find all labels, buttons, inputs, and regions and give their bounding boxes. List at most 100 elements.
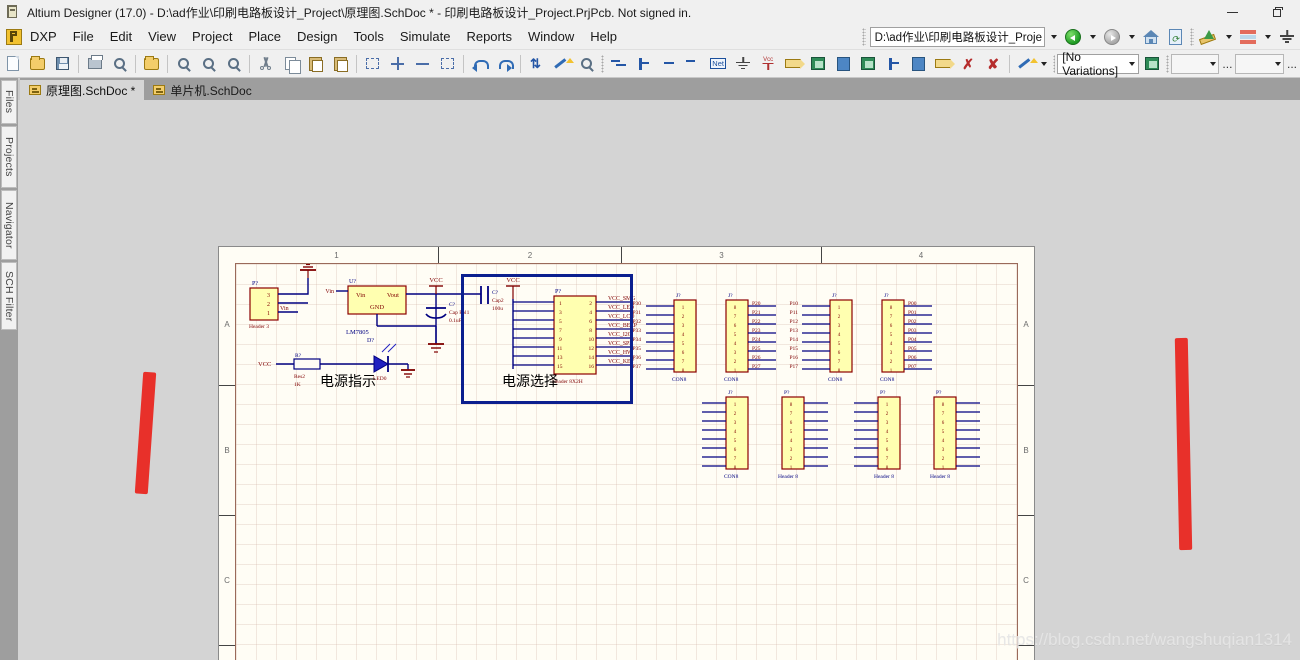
clear-no-erc-button[interactable]: ✘	[981, 52, 1006, 76]
open-project-button[interactable]	[139, 52, 164, 76]
refresh-document-button[interactable]: ⟳	[1164, 26, 1186, 48]
io-connector-top-1[interactable]: J? CON8 1 2 3 4 5 6 7 8 P30 P31 P32 P33 …	[632, 293, 697, 383]
cut-button[interactable]	[253, 52, 278, 76]
place-port-button[interactable]	[781, 52, 806, 76]
place-vcc-button[interactable]: Vcc	[756, 52, 781, 76]
menu-item-design[interactable]: Design	[289, 26, 345, 47]
part-body[interactable]	[829, 299, 853, 373]
menu-item-simulate[interactable]: Simulate	[392, 26, 459, 47]
menu-item-project[interactable]: Project	[184, 26, 240, 47]
part-body[interactable]	[725, 299, 749, 373]
schematic-sheet[interactable]: 1 2 3 4 A B C A B C P? Header 3 3 2 1 Vi…	[218, 246, 1035, 660]
open-document-button[interactable]	[25, 52, 50, 76]
ruler-dropdown-arrow[interactable]	[1222, 28, 1235, 46]
menu-item-tools[interactable]: Tools	[346, 26, 392, 47]
undo-button[interactable]	[467, 52, 492, 76]
variations-combo[interactable]: [No Variations]	[1057, 50, 1140, 78]
layers-button[interactable]	[1237, 26, 1259, 48]
io-connector-bottom-2[interactable]: P? Header 8 8 7 6 5 4 3 2 1	[778, 390, 828, 480]
part-body[interactable]	[933, 396, 957, 470]
menu-item-reports[interactable]: Reports	[458, 26, 520, 47]
wand-button[interactable]	[549, 52, 574, 76]
place-bus-button[interactable]	[631, 52, 656, 76]
menu-item-view[interactable]: View	[140, 26, 184, 47]
back-history-arrow[interactable]	[1086, 28, 1099, 46]
part-body-resistor[interactable]	[293, 358, 321, 370]
gnd-symbol-led[interactable]	[401, 364, 415, 378]
io-connector-bottom-4[interactable]: P? Header 8 8 7 6 5 4 3 2 1	[930, 390, 980, 480]
place-symbol-button[interactable]	[681, 52, 706, 76]
active-project-combo[interactable]: D:\ad作业\印刷电路板设计_Proje	[869, 27, 1045, 47]
browse-library-button[interactable]	[574, 52, 599, 76]
combo-2-ellipsis[interactable]: ...	[1284, 57, 1300, 71]
document-tab-mcu[interactable]: 单片机.SchDoc	[144, 80, 261, 100]
place-gnd-button[interactable]	[731, 52, 756, 76]
copy-button[interactable]	[278, 52, 303, 76]
gnd-symbol[interactable]	[300, 264, 316, 279]
select-area-button[interactable]	[360, 52, 385, 76]
layers-dropdown-arrow[interactable]	[1261, 28, 1274, 46]
toolbar-gripper-4[interactable]	[1052, 54, 1056, 73]
ground-button[interactable]	[1276, 26, 1298, 48]
no-erc-button[interactable]: ✗	[956, 52, 981, 76]
paste-button[interactable]	[303, 52, 328, 76]
redo-button[interactable]	[492, 52, 517, 76]
place-sheet-entry-button[interactable]	[831, 52, 856, 76]
part-body[interactable]	[781, 396, 805, 470]
sheet-drawing-area[interactable]: P? Header 3 3 2 1 Vin U? LM7805 Vin Vout…	[235, 263, 1018, 660]
place-netlabel-button[interactable]: Net	[706, 52, 731, 76]
minimize-button[interactable]	[1210, 0, 1255, 24]
part-body[interactable]	[673, 299, 697, 373]
print-button[interactable]	[82, 52, 107, 76]
clear-filter-button[interactable]	[435, 52, 460, 76]
print-preview-button[interactable]	[107, 52, 132, 76]
menu-item-edit[interactable]: Edit	[102, 26, 140, 47]
variations-icon-button[interactable]	[1139, 52, 1164, 76]
new-document-button[interactable]	[0, 52, 25, 76]
gnd-symbol-caps[interactable]	[428, 326, 444, 353]
part-body-input-connector[interactable]	[249, 287, 279, 321]
ruler-button[interactable]	[1198, 26, 1220, 48]
menu-item-file[interactable]: File	[65, 26, 102, 47]
navigate-back-button[interactable]	[1062, 26, 1084, 48]
variations-dropdown-arrow[interactable]	[1125, 55, 1138, 73]
menu-item-place[interactable]: Place	[241, 26, 290, 47]
active-project-dropdown-arrow[interactable]	[1047, 28, 1060, 46]
part-body[interactable]	[881, 299, 905, 373]
part-body[interactable]	[725, 396, 749, 470]
place-sheet-symbol-button[interactable]	[806, 52, 831, 76]
zoom-selected-button[interactable]	[221, 52, 246, 76]
io-connector-bottom-3[interactable]: P? Header 8 1 2 3 4 5 6 7 8	[854, 390, 901, 480]
place-wire-button[interactable]	[606, 52, 631, 76]
paste-special-button[interactable]	[328, 52, 353, 76]
move-selection-button[interactable]	[385, 52, 410, 76]
document-tab-schematic[interactable]: 原理图.SchDoc *	[20, 80, 145, 100]
menu-item-dxp[interactable]: DXP	[22, 26, 65, 47]
navigate-forward-button[interactable]	[1101, 26, 1123, 48]
place-part-button[interactable]	[906, 52, 931, 76]
place-bus-entry-button[interactable]	[656, 52, 681, 76]
home-button[interactable]	[1140, 26, 1162, 48]
menu-item-help[interactable]: Help	[582, 26, 625, 47]
draw-tools-button[interactable]	[1013, 52, 1038, 76]
part-body[interactable]	[877, 396, 901, 470]
toolbar-gripper-5[interactable]	[1166, 54, 1169, 73]
deselect-button[interactable]	[410, 52, 435, 76]
device-sheet-button[interactable]	[881, 52, 906, 76]
create-sheet-button[interactable]	[856, 52, 881, 76]
annotate-button[interactable]: ⇅	[524, 52, 549, 76]
combo-1-ellipsis[interactable]: ...	[1219, 57, 1235, 71]
menu-item-window[interactable]: Window	[520, 26, 582, 47]
toolbar-gripper-3[interactable]	[601, 54, 604, 73]
zoom-area-button[interactable]	[196, 52, 221, 76]
combo-field-2[interactable]	[1235, 53, 1284, 74]
zoom-document-button[interactable]	[171, 52, 196, 76]
save-document-button[interactable]	[50, 52, 75, 76]
io-connector-top-4[interactable]: J? CON8 8 7 6 5 4 3 2 1 P00 P01 P02 P03 …	[880, 293, 932, 383]
sidebar-item-navigator[interactable]: Navigator	[1, 190, 17, 260]
schematic-editor-canvas[interactable]: 1 2 3 4 A B C A B C P? Header 3 3 2 1 Vi…	[18, 100, 1300, 660]
designator-button[interactable]	[931, 52, 956, 76]
sidebar-item-files[interactable]: Files	[1, 80, 17, 124]
vcc-power-port[interactable]: VCC	[429, 277, 443, 294]
toolbar-gripper-2[interactable]	[1190, 28, 1194, 46]
